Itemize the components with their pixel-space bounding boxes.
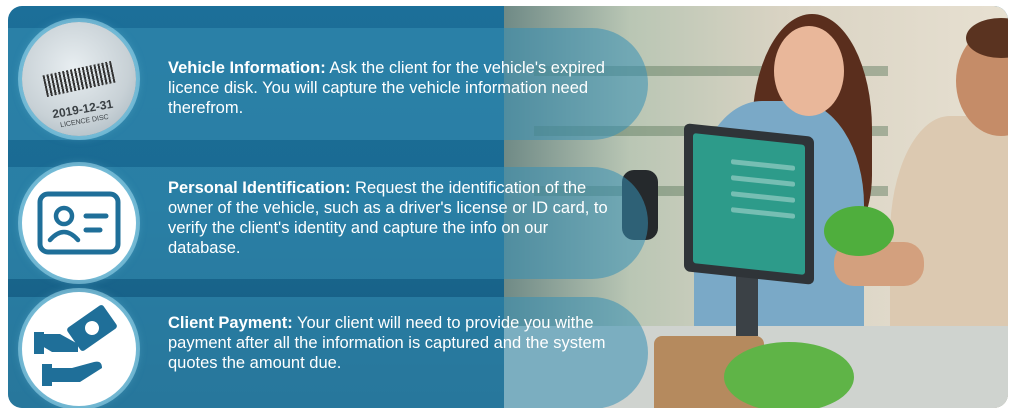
id-card-svg <box>37 191 121 255</box>
client-payment-title: Client Payment: <box>168 314 293 332</box>
vehicle-info-text: Vehicle Information: Ask the client for … <box>168 58 608 118</box>
info-banner: 2019-12-31 LICENCE DISC Vehicle Informat… <box>8 6 1008 408</box>
pos-screen-line <box>731 207 795 219</box>
personal-id-text: Personal Identification: Request the ide… <box>168 178 608 258</box>
pos-terminal <box>684 123 814 285</box>
personal-id-title: Personal Identification: <box>168 179 351 197</box>
lettuce <box>824 206 894 256</box>
payment-svg <box>34 305 117 386</box>
pos-screen <box>693 133 805 275</box>
id-card-icon <box>22 166 136 280</box>
pos-screen-line <box>731 191 795 203</box>
barcode-graphic <box>42 60 116 98</box>
pos-screen-line <box>731 159 795 171</box>
payment-hand-icon <box>22 292 136 406</box>
client-payment-text: Client Payment: Your client will need to… <box>168 313 608 373</box>
vehicle-info-title: Vehicle Information: <box>168 59 326 77</box>
licence-disk-icon: 2019-12-31 LICENCE DISC <box>22 22 136 136</box>
lettuce <box>724 342 854 408</box>
cashier-face <box>774 26 844 116</box>
pos-screen-line <box>731 175 795 187</box>
